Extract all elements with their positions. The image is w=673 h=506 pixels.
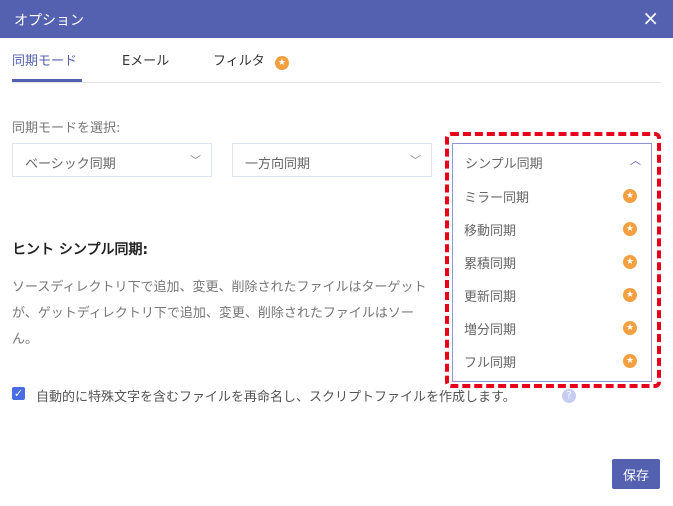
select-value: 一方向同期	[245, 157, 311, 172]
premium-star-icon: ★	[623, 288, 637, 302]
premium-star-icon: ★	[623, 354, 637, 368]
option-label: フル同期	[464, 356, 517, 371]
select-value: ベーシック同期	[25, 157, 116, 172]
option-cumulative-sync[interactable]: 累積同期 ★	[453, 244, 651, 277]
option-label: 移動同期	[464, 224, 517, 239]
tab-email[interactable]: Eメール	[122, 50, 169, 69]
tab-filter-label: フィルタ	[213, 54, 265, 69]
select-value: シンプル同期	[465, 157, 543, 172]
option-update-sync[interactable]: 更新同期 ★	[453, 277, 651, 310]
chevron-up-icon: ︿	[630, 154, 641, 167]
simple-sync-select[interactable]: シンプル同期 ︿	[452, 143, 652, 177]
option-move-sync[interactable]: 移動同期 ★	[453, 211, 651, 244]
chevron-down-icon: ﹀	[410, 154, 421, 167]
basic-sync-select[interactable]: ベーシック同期 ﹀	[12, 143, 212, 177]
option-label: 増分同期	[464, 323, 517, 338]
checkbox-label: 自動的に特殊文字を含むファイルを再命名し、スクリプトファイルを作成します。	[36, 390, 516, 405]
tab-filter[interactable]: フィルタ ★	[213, 50, 289, 70]
option-label: 累積同期	[464, 257, 517, 272]
tabs-divider	[12, 82, 661, 83]
help-icon[interactable]: ?	[562, 389, 576, 403]
hint-text-line: ん。	[12, 332, 39, 347]
close-icon[interactable]: ×	[642, 6, 659, 30]
dialog-title: オプション	[14, 13, 84, 29]
sync-mode-label: 同期モードを選択:	[12, 121, 121, 136]
hint-text-line: が、ゲットディレクトリ下で追加、変更、削除されたファイルはソー	[12, 306, 414, 321]
premium-star-icon: ★	[623, 321, 637, 335]
premium-star-icon: ★	[623, 222, 637, 236]
sync-options-dropdown: ミラー同期 ★ 移動同期 ★ 累積同期 ★ 更新同期 ★ 増分同期 ★ フル同期 ★	[452, 176, 652, 382]
premium-star-icon: ★	[623, 255, 637, 269]
hint-title: ヒント シンプル同期:	[12, 242, 149, 258]
option-label: 更新同期	[464, 290, 517, 305]
rename-special-chars-checkbox[interactable]: ✓	[12, 387, 25, 400]
title-bar: オプション ×	[0, 0, 673, 38]
save-button[interactable]: 保存	[612, 459, 660, 489]
chevron-down-icon: ﹀	[190, 154, 201, 167]
option-incremental-sync[interactable]: 増分同期 ★	[453, 310, 651, 343]
one-way-sync-select[interactable]: 一方向同期 ﹀	[232, 143, 432, 177]
option-mirror-sync[interactable]: ミラー同期 ★	[453, 178, 651, 211]
premium-star-icon: ★	[274, 56, 289, 70]
option-full-sync[interactable]: フル同期 ★	[453, 343, 651, 376]
hint-text-line: ソースディレクトリ下で追加、変更、削除されたファイルはターゲット	[12, 280, 427, 295]
option-label: ミラー同期	[464, 191, 530, 206]
tab-sync-mode[interactable]: 同期モード	[12, 50, 77, 69]
premium-star-icon: ★	[623, 189, 637, 203]
